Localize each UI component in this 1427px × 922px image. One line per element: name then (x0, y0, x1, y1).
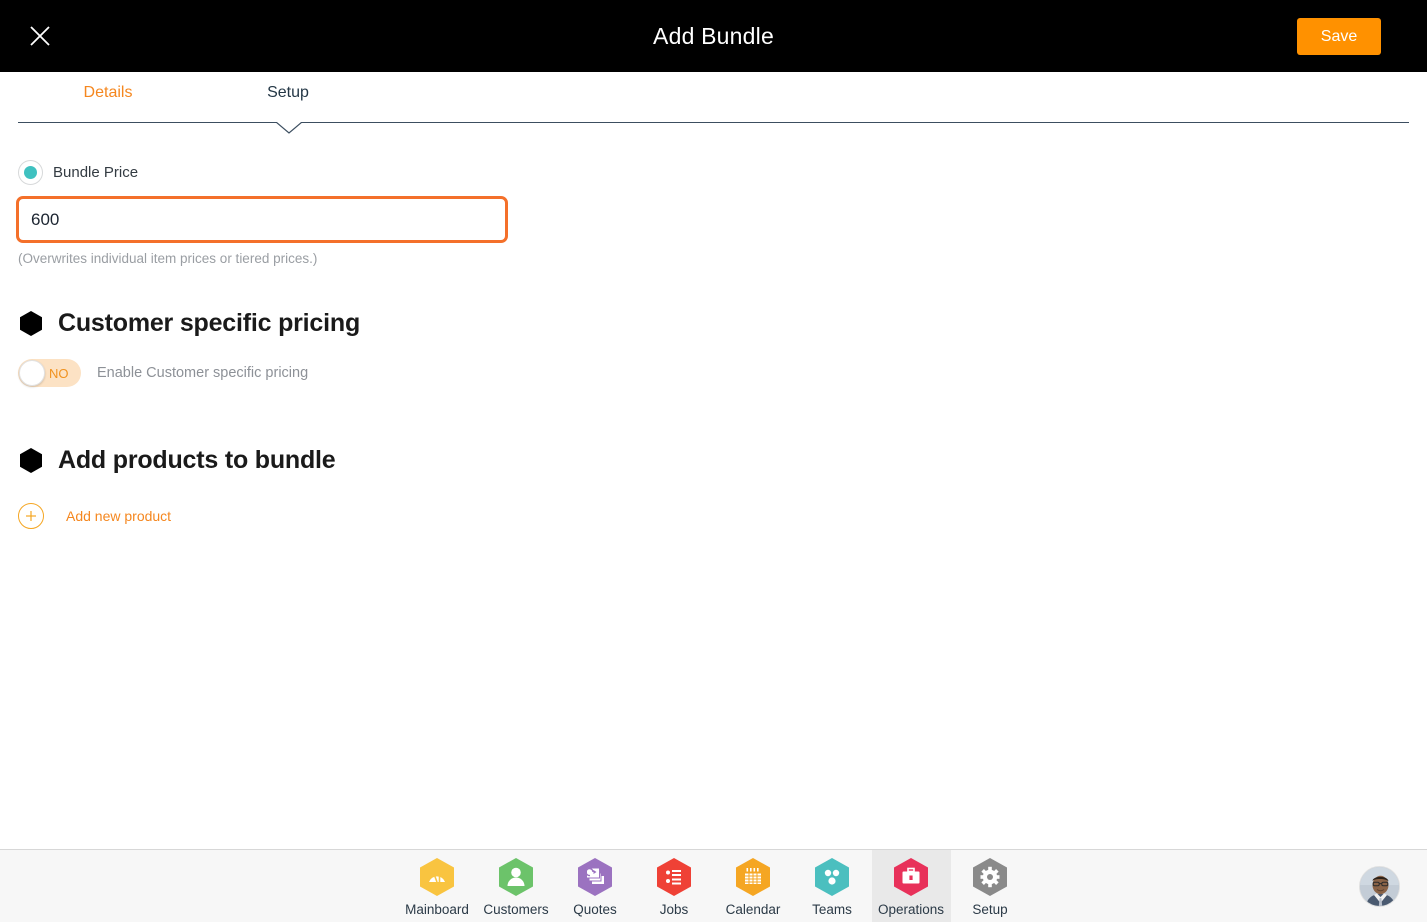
nav-label: Mainboard (405, 901, 469, 917)
bundle-price-input[interactable] (16, 196, 508, 243)
radio-icon (18, 160, 43, 185)
hexagon-icon (20, 448, 42, 473)
nav-item-mainboard[interactable]: Mainboard (398, 850, 477, 922)
nav-item-jobs[interactable]: Jobs (635, 850, 714, 922)
toggle-description: Enable Customer specific pricing (97, 365, 309, 381)
add-new-product-label: Add new product (66, 508, 172, 524)
nav-label: Teams (812, 901, 852, 917)
section-customer-specific-pricing: Customer specific pricing (18, 309, 360, 338)
nav-label: Jobs (659, 901, 689, 917)
nav-label: Customers (483, 901, 549, 917)
nav-label: Quotes (573, 901, 617, 917)
tab-bar: Details Setup (0, 72, 1427, 134)
add-new-product-button[interactable]: Add new product (18, 503, 171, 529)
add-bundle-screen: Add Bundle Save Details Setup Bundle Pri… (0, 0, 1427, 922)
calendar-icon (736, 857, 770, 896)
bundle-price-radio[interactable]: Bundle Price (18, 160, 138, 185)
nav-items: Mainboard Customers Quotes Jobs Calendar… (0, 850, 1427, 922)
toggle-knob (19, 360, 45, 386)
save-button[interactable]: Save (1297, 18, 1381, 55)
person-icon (499, 857, 533, 896)
customer-specific-pricing-toggle[interactable]: NO (18, 359, 81, 387)
nav-item-setup[interactable]: Setup (951, 850, 1030, 922)
documents-icon (578, 857, 612, 896)
section-title: Customer specific pricing (58, 309, 361, 337)
section-add-products-to-bundle: Add products to bundle (18, 446, 336, 475)
plus-circle-icon (18, 503, 44, 529)
nav-label: Operations (877, 901, 945, 917)
nav-item-calendar[interactable]: Calendar (714, 850, 793, 922)
user-avatar[interactable] (1359, 866, 1400, 907)
bundle-price-radio-label: Bundle Price (53, 164, 139, 181)
bottom-navigation-bar: Mainboard Customers Quotes Jobs Calendar… (0, 849, 1427, 922)
tab-details[interactable]: Details (60, 84, 156, 114)
nav-item-customers[interactable]: Customers (477, 850, 556, 922)
nav-label: Setup (972, 901, 1008, 917)
hexagon-icon (20, 311, 42, 336)
customer-specific-pricing-toggle-row: NO Enable Customer specific pricing (18, 359, 308, 387)
nav-item-operations[interactable]: Operations (871, 850, 951, 922)
gear-icon (973, 857, 1007, 896)
group-dots-icon (815, 857, 849, 896)
toggle-state-label: NO (49, 365, 69, 381)
dashboard-icon (420, 857, 454, 896)
section-title: Add products to bundle (58, 446, 336, 474)
tab-setup[interactable]: Setup (240, 84, 336, 114)
bundle-price-hint: (Overwrites individual item prices or ti… (18, 251, 318, 266)
active-tab-indicator (276, 122, 302, 135)
briefcase-icon (894, 857, 928, 896)
list-icon (657, 857, 691, 896)
tab-underline (18, 122, 1409, 123)
nav-label: Calendar (725, 901, 781, 917)
page-title: Add Bundle (653, 22, 774, 49)
nav-item-quotes[interactable]: Quotes (556, 850, 635, 922)
app-header: Add Bundle Save (0, 0, 1427, 72)
nav-item-teams[interactable]: Teams (793, 850, 872, 922)
